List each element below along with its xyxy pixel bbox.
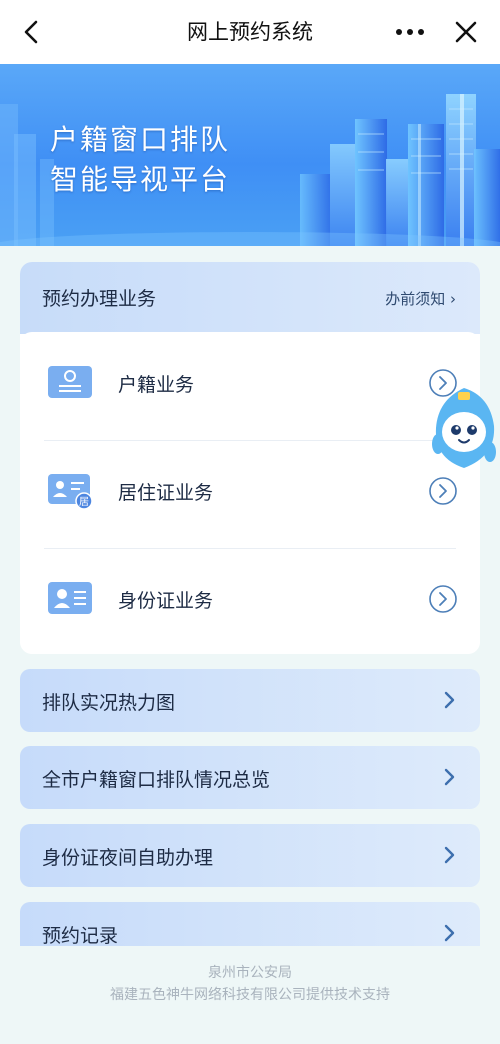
mascot-assistant-icon[interactable] — [428, 386, 500, 472]
booking-section-title: 预约办理业务 — [42, 288, 157, 310]
top-nav-bar: 网上预约系统 — [0, 0, 500, 64]
close-icon[interactable] — [452, 18, 480, 46]
booking-header: 预约办理业务 办前须知 › — [20, 262, 480, 334]
service-label: 户籍业务 — [118, 374, 195, 396]
residence-permit-icon: 居 — [48, 474, 93, 510]
circle-chevron-right-icon[interactable] — [428, 584, 458, 614]
menu-citywide-queue-overview[interactable]: 全市户籍窗口排队情况总览 — [20, 746, 480, 809]
footer-org: 泉州市公安局 — [208, 965, 292, 981]
svg-text:居: 居 — [79, 496, 89, 508]
chevron-right-icon — [444, 924, 455, 942]
service-label: 身份证业务 — [118, 590, 214, 612]
chevron-right-icon — [444, 691, 455, 709]
footer-tech-support: 福建五色神牛网络科技有限公司提供技术支持 — [110, 987, 390, 1003]
circle-chevron-right-icon[interactable] — [428, 476, 458, 506]
chevron-right-icon — [444, 768, 455, 786]
menu-label: 预约记录 — [42, 925, 119, 947]
more-dots-icon[interactable] — [394, 22, 426, 42]
menu-night-self-service[interactable]: 身份证夜间自助办理 — [20, 824, 480, 887]
service-item-id-card[interactable]: 身份证业务 — [20, 548, 480, 654]
household-register-icon — [48, 366, 92, 398]
service-item-residence-permit[interactable]: 居 居住证业务 — [20, 440, 480, 548]
service-item-household[interactable]: 户籍业务 — [20, 332, 480, 440]
banner-title-line1: 户籍窗口排队 — [50, 123, 231, 156]
service-list: 户籍业务 居 居住证业务 身份证业务 — [20, 332, 480, 654]
pre-visit-notice-link[interactable]: 办前须知 › — [385, 288, 456, 309]
back-arrow-icon[interactable] — [18, 18, 46, 46]
service-label: 居住证业务 — [118, 482, 214, 504]
banner-title-line2: 智能导视平台 — [50, 163, 231, 196]
menu-label: 身份证夜间自助办理 — [42, 847, 214, 869]
menu-queue-heatmap[interactable]: 排队实况热力图 — [20, 669, 480, 732]
booking-services-card: 预约办理业务 办前须知 › 户籍业务 居 居住证业务 身份证业务 — [20, 262, 480, 654]
menu-label: 排队实况热力图 — [42, 692, 176, 714]
id-card-icon — [48, 582, 92, 614]
hero-banner: 户籍窗口排队 智能导视平台 — [0, 64, 500, 246]
chevron-right-icon — [444, 846, 455, 864]
menu-label: 全市户籍窗口排队情况总览 — [42, 769, 271, 791]
